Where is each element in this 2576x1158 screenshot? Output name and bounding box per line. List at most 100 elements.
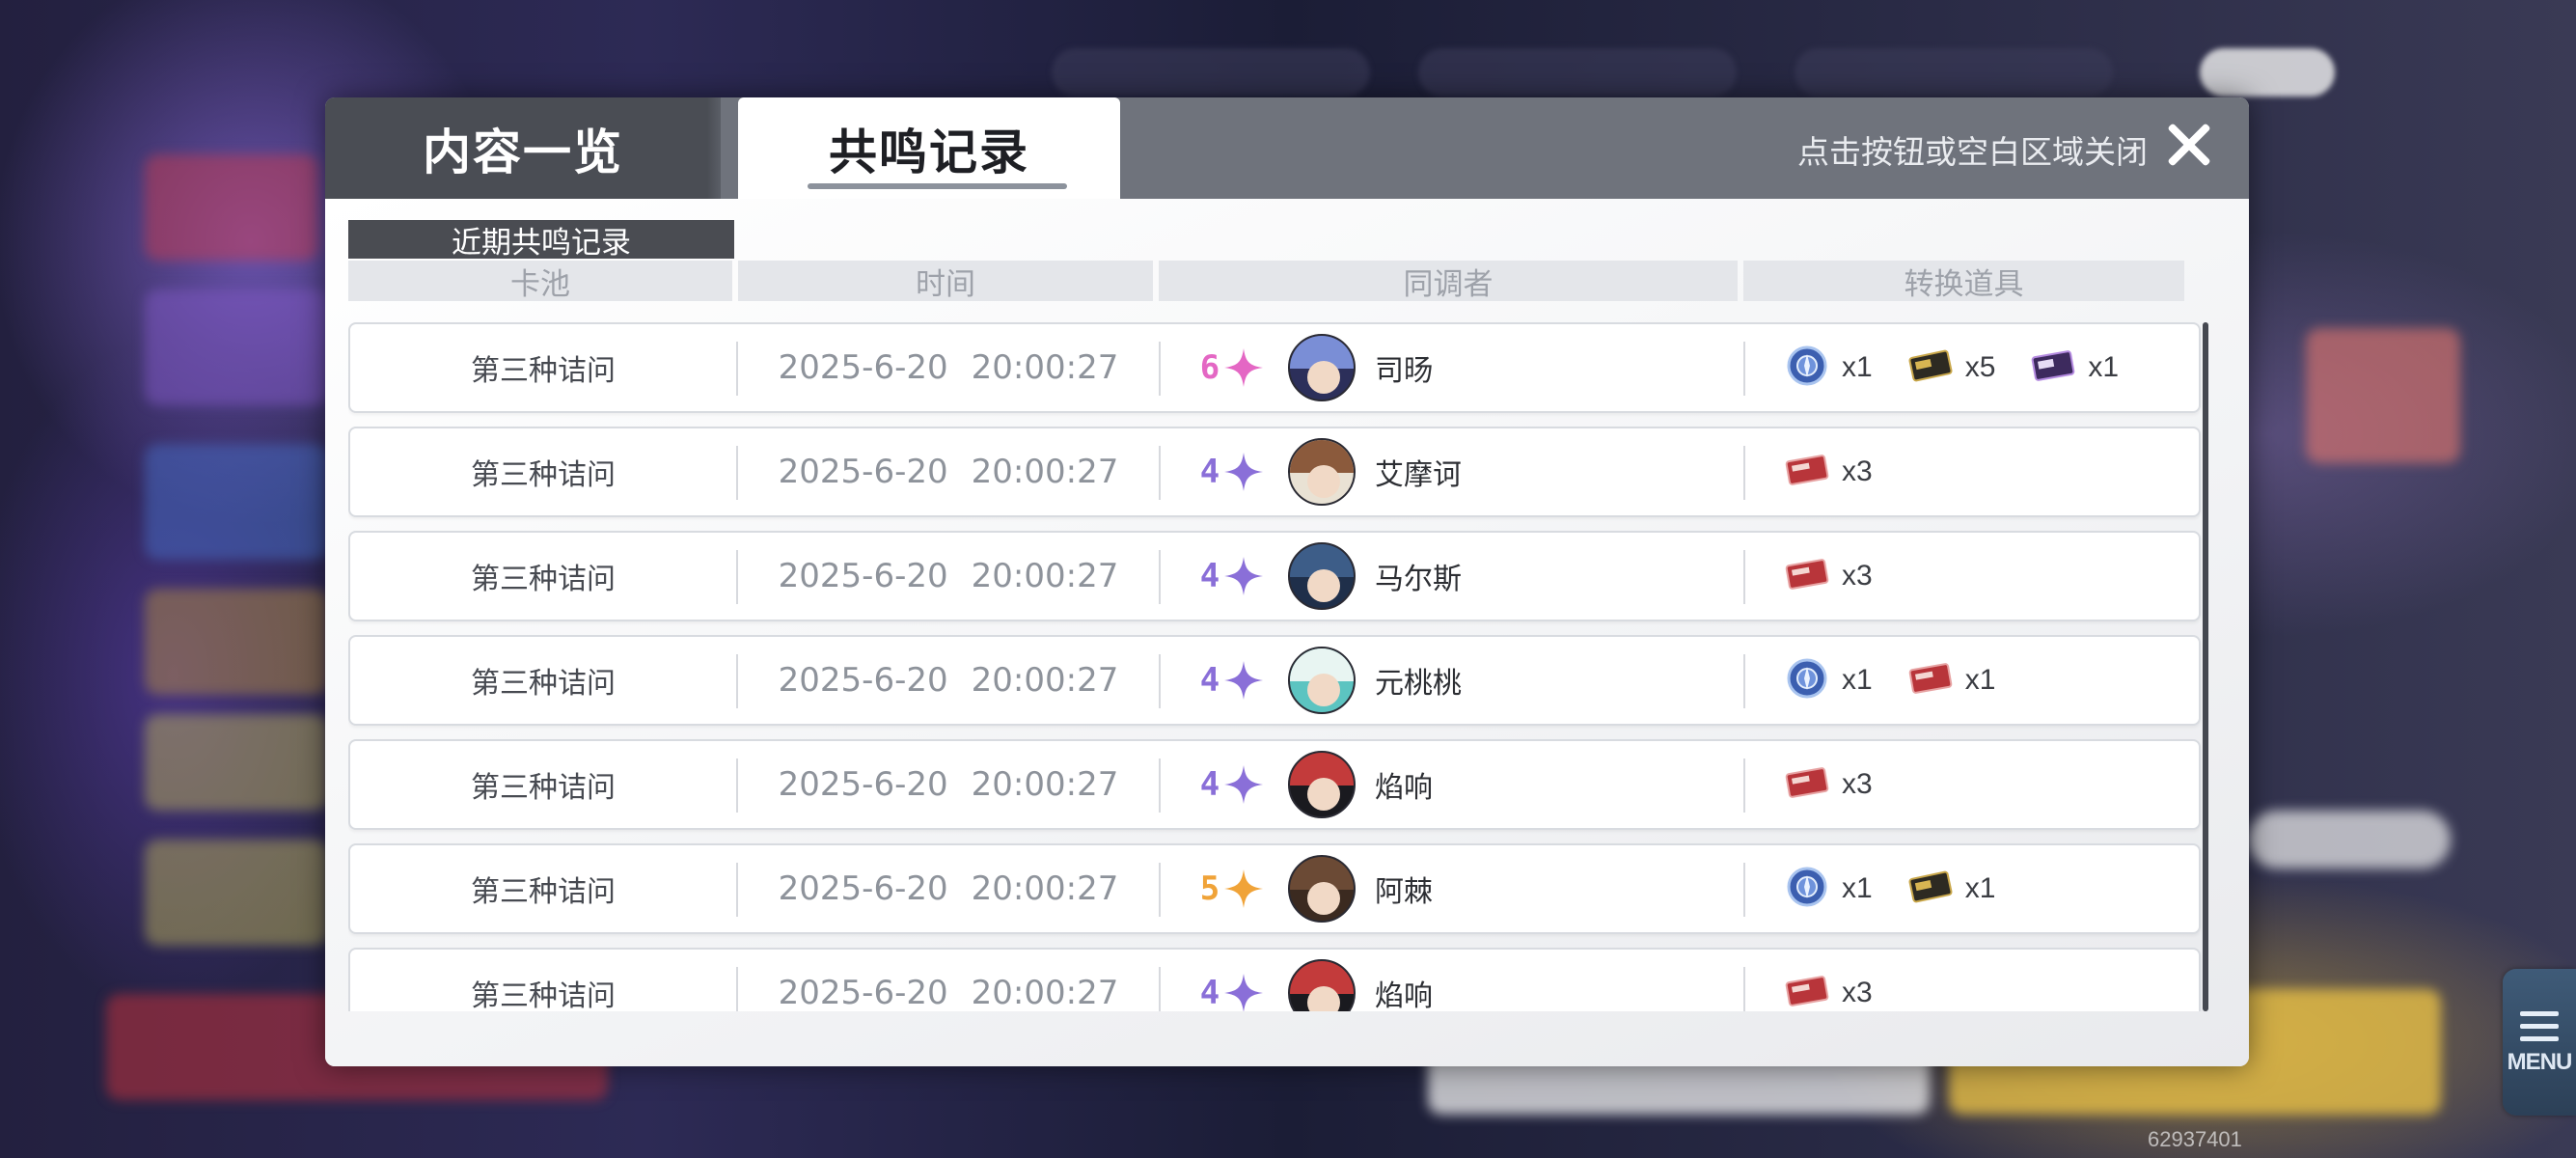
rarity-star-icon xyxy=(1224,348,1263,387)
column-header-pool: 卡池 xyxy=(348,261,732,302)
resonator-cell: 4 元桃桃 xyxy=(1199,637,1740,724)
item-quantity: x1 xyxy=(2088,351,2120,383)
records-list[interactable]: 第三种诘问 2025-6-20 20:00:27 6 司旸 x1 x5 x1 第三种诘问 2025… xyxy=(348,322,2203,1011)
item-quantity: x5 xyxy=(1964,351,1996,383)
resonator-cell: 4 马尔斯 xyxy=(1199,533,1740,620)
rarity-level: 4 xyxy=(1199,557,1220,595)
record-row: 第三种诘问 2025-6-20 20:00:27 6 司旸 x1 x5 x1 xyxy=(348,322,2201,413)
resonator-name: 马尔斯 xyxy=(1375,563,1462,596)
converted-item: x1 xyxy=(1784,867,1873,911)
converted-items: x3 xyxy=(1784,741,2199,828)
resonator-name: 艾摩诃 xyxy=(1375,458,1462,492)
pull-time: 2025-6-20 20:00:27 xyxy=(738,845,1159,932)
navy-hair-avatar xyxy=(1288,542,1356,610)
record-row: 第三种诘问 2025-6-20 20:00:27 4 元桃桃 x1 x1 xyxy=(348,635,2201,726)
column-divider xyxy=(1159,654,1161,708)
side-menu-button[interactable]: MENU xyxy=(2503,969,2576,1116)
converted-item: x1 xyxy=(1784,345,1873,390)
blue-orb-token-icon xyxy=(1784,867,1830,911)
red-ticket-icon xyxy=(1784,450,1830,494)
item-quantity: x1 xyxy=(1964,664,1996,696)
rarity-level: 4 xyxy=(1199,453,1220,491)
pull-time: 2025-6-20 20:00:27 xyxy=(738,741,1159,828)
red-ticket-icon xyxy=(1907,658,1954,703)
bg-detail-btn xyxy=(2248,811,2451,868)
resonator-name: 焰响 xyxy=(1375,979,1433,1011)
pool-name: 第三种诘问 xyxy=(471,667,616,701)
resonator-cell: 5 阿棘 xyxy=(1199,845,1740,932)
hamburger-icon xyxy=(2520,1011,2559,1041)
converted-items: x1 x1 xyxy=(1784,845,2199,932)
converted-items: x3 xyxy=(1784,533,2199,620)
pull-time: 2025-6-20 20:00:27 xyxy=(738,324,1159,411)
tan-skin-avatar xyxy=(1288,438,1356,506)
converted-item: x3 xyxy=(1784,971,1873,1011)
item-quantity: x3 xyxy=(1842,560,1873,592)
bg-toggle xyxy=(2200,48,2335,96)
pull-date: 2025-6-20 xyxy=(778,765,948,804)
column-divider xyxy=(1743,654,1745,708)
pool-name: 第三种诘问 xyxy=(471,354,616,388)
red-ticket-icon xyxy=(1784,554,1830,598)
converted-items: x1 x1 xyxy=(1784,637,2199,724)
player-uid: 62937401 xyxy=(2148,1127,2242,1151)
pool-name: 第三种诘问 xyxy=(471,563,616,596)
section-title: 近期共鸣记录 xyxy=(348,220,734,261)
rarity-level: 6 xyxy=(1199,348,1220,387)
bg-banner-6 xyxy=(145,840,328,946)
pull-date: 2025-6-20 xyxy=(778,348,948,387)
rarity-level: 4 xyxy=(1199,765,1220,804)
column-divider xyxy=(1159,446,1161,500)
tab-label: 内容一览 xyxy=(423,123,623,180)
item-quantity: x1 xyxy=(1964,872,1996,904)
column-divider xyxy=(1743,342,1745,396)
records-panel: 近期共鸣记录 卡池 时间 同调者 转换道具 第三种诘问 2025-6-20 20:0… xyxy=(325,199,2249,1066)
pull-date: 2025-6-20 xyxy=(778,661,948,700)
pull-time: 2025-6-20 20:00:27 xyxy=(738,428,1159,515)
column-divider xyxy=(1159,342,1161,396)
column-divider xyxy=(1159,863,1161,917)
bg-currency-slot-3 xyxy=(1795,48,2113,96)
item-quantity: x3 xyxy=(1842,768,1873,800)
pull-clock: 20:00:27 xyxy=(971,661,1119,700)
record-row: 第三种诘问 2025-6-20 20:00:27 4 马尔斯 x3 xyxy=(348,531,2201,621)
pull-clock: 20:00:27 xyxy=(971,557,1119,595)
pull-date: 2025-6-20 xyxy=(778,869,948,908)
column-divider xyxy=(1159,758,1161,813)
dark-hair-avatar xyxy=(1288,334,1356,401)
purple-ticket-icon xyxy=(2030,345,2076,390)
pull-time: 2025-6-20 20:00:27 xyxy=(738,950,1159,1011)
close-icon[interactable] xyxy=(2164,120,2214,170)
pull-clock: 20:00:27 xyxy=(971,765,1119,804)
rarity-star-icon xyxy=(1224,974,1263,1011)
column-divider xyxy=(1743,446,1745,500)
item-quantity: x1 xyxy=(1842,664,1873,696)
black-hat-avatar xyxy=(1288,751,1356,818)
rarity-level: 4 xyxy=(1199,974,1220,1011)
teal-hair-avatar xyxy=(1288,647,1356,714)
resonance-dialog: 内容一览 共鸣记录 点击按钮或空白区域关闭 近期共鸣记录 卡池 时间 同调者 转… xyxy=(325,97,2249,1066)
pool-name: 第三种诘问 xyxy=(471,875,616,909)
scroll-thumb[interactable] xyxy=(2203,322,2208,1011)
item-quantity: x3 xyxy=(1842,977,1873,1008)
scrollbar[interactable] xyxy=(2203,322,2208,1011)
record-row: 第三种诘问 2025-6-20 20:00:27 4 艾摩诃 x3 xyxy=(348,427,2201,517)
pool-name: 第三种诘问 xyxy=(471,771,616,805)
item-quantity: x1 xyxy=(1842,351,1873,383)
converted-item: x1 xyxy=(2030,345,2119,390)
converted-item: x3 xyxy=(1784,554,1873,598)
converted-items: x3 xyxy=(1784,428,2199,515)
tab-resonance-records[interactable]: 共鸣记录 xyxy=(738,97,1120,199)
pull-date: 2025-6-20 xyxy=(778,974,948,1011)
menu-label: MENU xyxy=(2507,1049,2573,1075)
resonator-cell: 6 司旸 xyxy=(1199,324,1740,411)
column-header-items: 转换道具 xyxy=(1743,261,2184,302)
close-hint: 点击按钮或空白区域关闭 xyxy=(1797,133,2148,171)
blue-orb-token-icon xyxy=(1784,658,1830,703)
bg-currency-slot-1 xyxy=(1052,48,1370,96)
resonator-name: 司旸 xyxy=(1375,354,1433,388)
converted-item: x3 xyxy=(1784,762,1873,807)
item-quantity: x3 xyxy=(1842,455,1873,487)
tab-content-overview[interactable]: 内容一览 xyxy=(325,97,721,199)
pull-clock: 20:00:27 xyxy=(971,348,1119,387)
